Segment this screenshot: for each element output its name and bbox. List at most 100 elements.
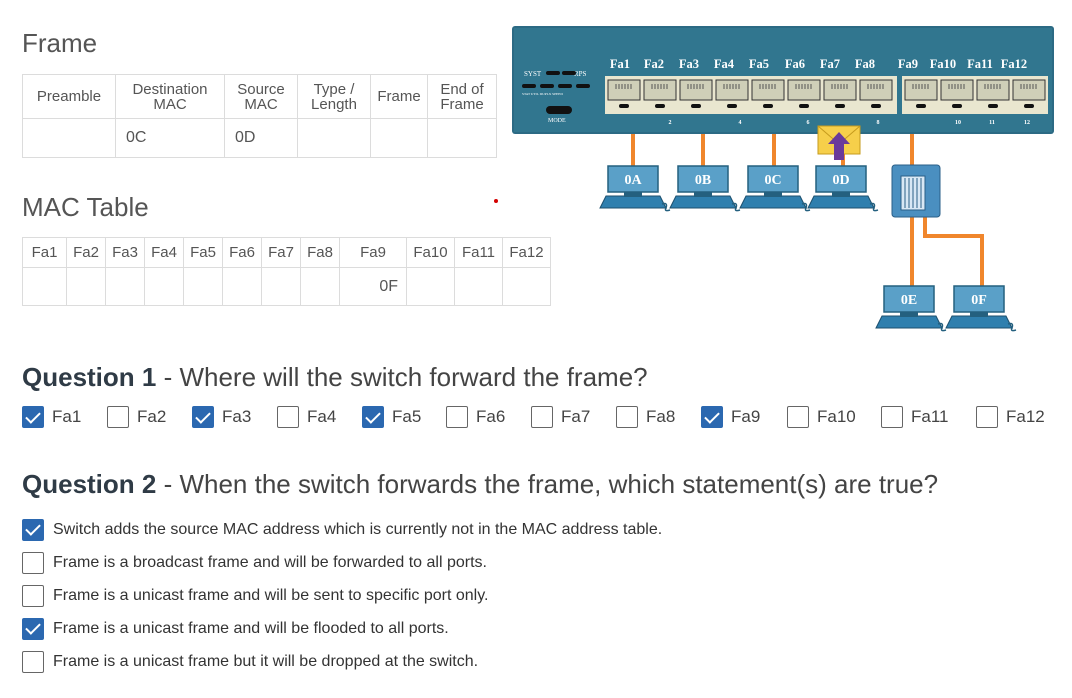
mode-button[interactable]: [546, 106, 572, 114]
statement-option[interactable]: Switch adds the source MAC address which…: [22, 513, 662, 546]
port-socket[interactable]: [679, 79, 713, 101]
frame-envelope-icon: [817, 125, 861, 160]
mac-header-cell: Fa9: [339, 237, 407, 268]
checkbox[interactable]: [107, 406, 129, 428]
option-fa8[interactable]: Fa8: [616, 406, 701, 428]
mac-value-cell[interactable]: [105, 267, 145, 306]
monitor-stand: [624, 192, 642, 197]
cable-hub-0f: [923, 216, 984, 288]
checkbox[interactable]: [22, 518, 44, 541]
option-fa10[interactable]: Fa10: [787, 406, 881, 428]
mac-value-cell[interactable]: [300, 267, 340, 306]
host-computer[interactable]: 0E: [875, 285, 947, 332]
port-socket[interactable]: [787, 79, 821, 101]
statement-option[interactable]: Frame is a broadcast frame and will be f…: [22, 546, 662, 579]
port-socket[interactable]: [751, 79, 785, 101]
port-socket[interactable]: [607, 79, 641, 101]
frame-header-cell: Destination MAC: [115, 74, 225, 119]
mac-value-cell[interactable]: [144, 267, 184, 306]
mac-value-cell[interactable]: [261, 267, 301, 306]
port-number: 6: [807, 120, 810, 126]
frame-header-cell: Frame: [370, 74, 428, 119]
checkbox[interactable]: [22, 551, 44, 574]
frame-value-cell[interactable]: [22, 118, 116, 158]
mac-value-cell[interactable]: [22, 267, 67, 306]
host-computer[interactable]: 0C: [739, 165, 811, 212]
source-mac-cell[interactable]: 0D: [224, 118, 298, 158]
question-1-title: Question 1 - Where will the switch forwa…: [22, 362, 648, 393]
checkbox[interactable]: [446, 406, 468, 428]
mac-value-cell[interactable]: [183, 267, 223, 306]
port-socket[interactable]: [1012, 79, 1046, 101]
mac-value-cell[interactable]: [66, 267, 106, 306]
host-computer[interactable]: 0A: [599, 165, 671, 212]
red-dot-marker: [494, 199, 498, 203]
port-socket[interactable]: [976, 79, 1010, 101]
statement-text: Frame is a broadcast frame and will be f…: [53, 553, 487, 571]
option-fa3[interactable]: Fa3: [192, 406, 277, 428]
port-label: Fa2: [644, 57, 664, 71]
option-label: Fa7: [561, 407, 591, 426]
checkbox[interactable]: [277, 406, 299, 428]
mac-value-cell[interactable]: [222, 267, 262, 306]
checkbox[interactable]: [22, 406, 44, 428]
question-2-options: Switch adds the source MAC address which…: [22, 513, 662, 678]
option-label: Fa2: [137, 407, 167, 426]
checkbox[interactable]: [22, 650, 44, 673]
checkbox[interactable]: [616, 406, 638, 428]
frame-value-cell[interactable]: [427, 118, 497, 158]
option-fa7[interactable]: Fa7: [531, 406, 616, 428]
port-led: [655, 104, 665, 108]
checkbox[interactable]: [787, 406, 809, 428]
option-fa12[interactable]: Fa12: [976, 406, 1054, 428]
checkbox[interactable]: [881, 406, 903, 428]
mac-value-cell[interactable]: [454, 267, 503, 306]
mac-header-cell: Fa5: [183, 237, 223, 268]
option-fa11[interactable]: Fa11: [881, 406, 976, 428]
statement-option[interactable]: Frame is a unicast frame and will be flo…: [22, 612, 662, 645]
port-socket[interactable]: [643, 79, 677, 101]
option-fa4[interactable]: Fa4: [277, 406, 362, 428]
checkbox[interactable]: [22, 584, 44, 607]
checkbox[interactable]: [701, 406, 723, 428]
frame-table: Preamble Destination MAC Source MAC Type /…: [22, 74, 497, 158]
keyboard-base: [739, 195, 807, 209]
host-computer[interactable]: 0F: [945, 285, 1017, 332]
port-socket[interactable]: [823, 79, 857, 101]
port-socket[interactable]: [940, 79, 974, 101]
port-led: [952, 104, 962, 108]
option-label: Fa12: [1006, 407, 1045, 426]
host-computer[interactable]: 0B: [669, 165, 741, 212]
mac-value-cell[interactable]: [406, 267, 455, 306]
port-socket[interactable]: [904, 79, 938, 101]
port-socket[interactable]: [715, 79, 749, 101]
statement-option[interactable]: Frame is a unicast frame and will be sen…: [22, 579, 662, 612]
destination-mac-cell[interactable]: 0C: [115, 118, 225, 158]
option-label: Fa6: [476, 407, 506, 426]
frame-value-cell[interactable]: [297, 118, 371, 158]
option-label: Fa8: [646, 407, 676, 426]
port-number: 2: [669, 120, 672, 126]
option-fa6[interactable]: Fa6: [446, 406, 531, 428]
port-socket[interactable]: [859, 79, 893, 101]
checkbox[interactable]: [976, 406, 998, 428]
checkbox[interactable]: [362, 406, 384, 428]
mac-header-cell: Fa2: [66, 237, 106, 268]
host-computer[interactable]: 0D: [807, 165, 879, 212]
option-fa1[interactable]: Fa1: [22, 406, 107, 428]
port-led: [988, 104, 998, 108]
option-fa5[interactable]: Fa5: [362, 406, 446, 428]
port-number: 4: [739, 120, 742, 126]
option-fa9[interactable]: Fa9: [701, 406, 787, 428]
checkbox[interactable]: [531, 406, 553, 428]
rps-led: [562, 71, 576, 75]
checkbox[interactable]: [22, 617, 44, 640]
mac-value-cell[interactable]: 0F: [339, 267, 407, 306]
mac-header-cell: Fa1: [22, 237, 67, 268]
duplx-led: [558, 84, 572, 88]
frame-value-cell[interactable]: [370, 118, 428, 158]
statement-option[interactable]: Frame is a unicast frame but it will be …: [22, 645, 662, 678]
option-fa2[interactable]: Fa2: [107, 406, 192, 428]
checkbox[interactable]: [192, 406, 214, 428]
port-label: Fa11: [967, 57, 993, 71]
